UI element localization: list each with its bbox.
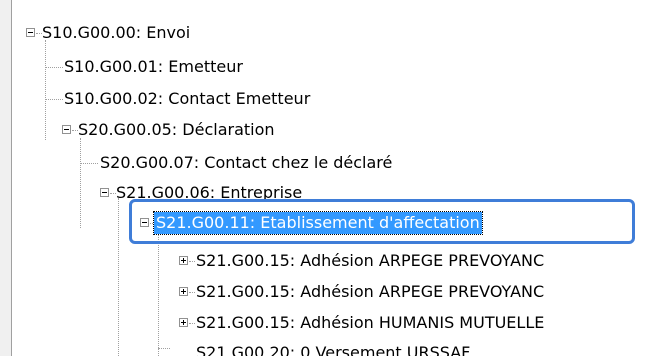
tree-view-window: S10.G00.00: Envoi S10.G00.01: Emetteur S…: [0, 0, 648, 356]
tree-view[interactable]: S10.G00.00: Envoi S10.G00.01: Emetteur S…: [12, 0, 648, 356]
tree-connector: [158, 234, 159, 356]
tree-node-contact-declare[interactable]: S20.G00.07: Contact chez le déclaré: [98, 152, 394, 174]
tree-node-contact-emetteur[interactable]: S10.G00.02: Contact Emetteur: [62, 88, 312, 110]
tree-node-adhesion-humanis[interactable]: S21.G00.15: Adhésion HUMANIS MUTUELLE: [194, 312, 546, 334]
expand-toggle-icon[interactable]: [179, 318, 188, 327]
tree-connector: [158, 348, 170, 349]
tree-connector: [80, 163, 98, 164]
tree-node-envoi[interactable]: S10.G00.00: Envoi: [40, 22, 192, 44]
tree-connector: [45, 40, 46, 140]
expand-toggle-icon[interactable]: [179, 256, 188, 265]
expand-toggle-icon[interactable]: [179, 287, 188, 296]
collapse-toggle-icon[interactable]: [62, 125, 71, 134]
collapse-toggle-icon[interactable]: [26, 28, 35, 37]
tree-connector: [80, 138, 81, 228]
tree-connector: [45, 99, 63, 100]
tree-node-adhesion-arpege-1[interactable]: S21.G00.15: Adhésion ARPEGE PREVOYANC: [194, 250, 546, 272]
tree-node-emetteur[interactable]: S10.G00.01: Emetteur: [62, 56, 245, 78]
collapse-toggle-icon[interactable]: [100, 188, 109, 197]
tree-connector: [45, 67, 63, 68]
tree-connector: [118, 198, 119, 356]
annotation-highlight-box: [129, 199, 635, 244]
tree-node-adhesion-arpege-2[interactable]: S21.G00.15: Adhésion ARPEGE PREVOYANC: [194, 281, 546, 303]
tree-node-declaration[interactable]: S20.G00.05: Déclaration: [76, 119, 277, 141]
tree-node-versement-urssaf[interactable]: S21.G00.20: 0 Versement URSSAF: [194, 342, 472, 356]
panel-border: [0, 0, 12, 356]
